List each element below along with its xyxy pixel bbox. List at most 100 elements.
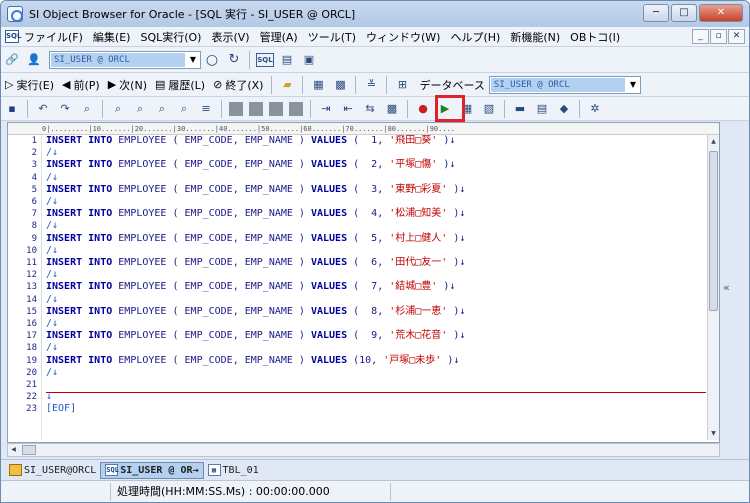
code-line: /↓	[46, 220, 58, 232]
scroll-left-icon[interactable]: ◀	[9, 445, 18, 454]
undo-icon[interactable]: ↶	[34, 100, 52, 118]
menu-window[interactable]: ウィンドウ(W)	[361, 29, 445, 45]
error-icon[interactable]: ●	[414, 100, 432, 118]
save-icon[interactable]: ▪	[3, 100, 21, 118]
mdi-close-button[interactable]: ✕	[728, 29, 745, 44]
sql-exec-icon[interactable]: ▩	[331, 76, 349, 94]
document-icon[interactable]: ▤	[278, 51, 296, 69]
chevron-down-icon[interactable]: ▼	[626, 80, 640, 89]
code-token: INSERT	[46, 330, 83, 341]
title-bar[interactable]: SI Object Browser for Oracle - [SQL 実行 -…	[1, 1, 749, 27]
horizontal-scrollbar[interactable]: ◀	[7, 443, 720, 457]
menu-file[interactable]: ファイル(F)	[19, 29, 88, 45]
scroll-up-icon[interactable]: ▲	[709, 137, 718, 146]
replace-icon[interactable]: ⌕	[153, 100, 171, 118]
folder-icon[interactable]: ▰	[278, 76, 296, 94]
split-icon[interactable]: ≚	[362, 76, 380, 94]
tab-label: TBL_01	[222, 464, 259, 476]
minimize-button[interactable]: ─	[643, 4, 669, 22]
circle-icon[interactable]: ○	[203, 51, 221, 69]
history-button[interactable]: ▤ 履歴(L)	[151, 77, 209, 93]
code-token: )↓	[453, 330, 466, 341]
comment-icon[interactable]: ▬	[511, 100, 529, 118]
code-token: )↓	[453, 233, 466, 244]
line-number: 18	[26, 343, 37, 353]
vertical-scroll-thumb[interactable]	[709, 151, 718, 311]
menu-view[interactable]: 表示(V)	[206, 29, 254, 45]
menu-edit[interactable]: 編集(E)	[88, 29, 136, 45]
code-token: ( EMP_CODE, EMP_NAME )	[172, 233, 305, 244]
code-token: INSERT	[46, 257, 83, 268]
code-token: INSERT	[46, 184, 83, 195]
code-token: VALUES	[310, 257, 348, 268]
chevron-down-icon[interactable]: ▼	[186, 55, 200, 64]
user-icon[interactable]: 👤	[25, 51, 43, 69]
code-line: /↓	[46, 269, 58, 281]
vertical-scrollbar[interactable]: ▲ ▼	[707, 135, 719, 440]
redo-icon[interactable]: ↷	[56, 100, 74, 118]
code-line: INSERT INTO EMPLOYEE ( EMP_CODE, EMP_NAM…	[46, 159, 455, 171]
scroll-down-icon[interactable]: ▼	[709, 429, 718, 438]
maximize-button[interactable]: □	[671, 4, 697, 22]
collapse-panel-icon[interactable]: «	[723, 281, 730, 294]
connect-icon[interactable]: 🔗	[3, 51, 21, 69]
code-line: [EOF]	[46, 403, 76, 415]
toolbar-separator	[221, 99, 222, 118]
horizontal-scroll-thumb[interactable]	[22, 445, 36, 455]
window-icon[interactable]: ▣	[300, 51, 318, 69]
palette-icon[interactable]: ◆	[555, 100, 573, 118]
code-token: INSERT	[46, 159, 83, 170]
menu-tools[interactable]: ツール(T)	[303, 29, 361, 45]
prev-button[interactable]: ◀ 前(P)	[58, 77, 104, 93]
sql-icon[interactable]: SQL	[256, 52, 274, 67]
find-next-icon[interactable]: ⌕	[109, 100, 127, 118]
mdi-minimize-button[interactable]: _	[692, 29, 709, 44]
connection-toolbar: 🔗 👤 SI_USER @ ORCL ▼ ○ ↻ SQL ▤ ▣	[1, 47, 749, 73]
find-all-icon[interactable]: ⌕	[175, 100, 193, 118]
sql-editor[interactable]: 0|.........|10.......|20.......|30......…	[7, 122, 720, 443]
sql-menu-icon[interactable]: SQL	[5, 30, 21, 43]
indent-icon[interactable]: ⇥	[317, 100, 335, 118]
code-line: /↓	[46, 147, 58, 159]
database-select[interactable]: SI_USER @ ORCL ▼	[488, 75, 641, 94]
code-token: '村上□健人'	[389, 233, 448, 244]
list-icon[interactable]: ≡	[197, 100, 215, 118]
code-token: ( 8,	[353, 306, 384, 317]
run-button[interactable]: ▷ 実行(E)	[1, 77, 58, 93]
code-token: INTO	[88, 330, 113, 341]
code-token: /↓	[46, 294, 59, 305]
disabled-button-4	[289, 101, 303, 116]
code-token: EMPLOYEE	[118, 184, 167, 195]
table-icon[interactable]: ▤	[533, 100, 551, 118]
format-icon[interactable]: ⇆	[361, 100, 379, 118]
close-button[interactable]: ✕	[699, 4, 743, 22]
next-button[interactable]: ▶ 次(N)	[104, 77, 151, 93]
menu-ob-toko[interactable]: OBトコ(I)	[565, 29, 625, 45]
outdent-icon[interactable]: ⇤	[339, 100, 357, 118]
stop-button[interactable]: ⊘ 終了(X)	[209, 77, 267, 93]
code-area[interactable]: INSERT INTO EMPLOYEE ( EMP_CODE, EMP_NAM…	[46, 135, 706, 440]
menu-help[interactable]: ヘルプ(H)	[445, 29, 505, 45]
grid-icon[interactable]: ▦	[309, 76, 327, 94]
menu-new-features[interactable]: 新機能(N)	[505, 29, 565, 45]
settings-icon[interactable]: ✲	[586, 100, 604, 118]
document-tabs: SI_USER@ORCL SQL SI_USER @ OR→ ▦ TBL_01	[1, 459, 749, 480]
code-token: '飛田□葵'	[389, 135, 438, 146]
line-number: 21	[26, 380, 37, 390]
import-icon[interactable]: ▧	[480, 100, 498, 118]
tab-table[interactable]: ▦ TBL_01	[204, 462, 263, 479]
code-line: /↓	[46, 294, 58, 306]
find-prev-icon[interactable]: ⌕	[131, 100, 149, 118]
code-token: )↓	[443, 159, 456, 170]
find-icon[interactable]: ⌕	[78, 100, 96, 118]
tab-sql-run[interactable]: SQL SI_USER @ OR→	[100, 461, 204, 479]
connection-select[interactable]: SI_USER @ ORCL ▼	[49, 50, 201, 69]
refresh-icon[interactable]: ↻	[225, 51, 243, 69]
menu-manage[interactable]: 管理(A)	[255, 29, 303, 45]
code-line: INSERT INTO EMPLOYEE ( EMP_CODE, EMP_NAM…	[46, 257, 465, 269]
sql-format-icon[interactable]: ▩	[383, 100, 401, 118]
mdi-restore-button[interactable]: ▫	[710, 29, 727, 44]
menu-sql-run[interactable]: SQL実行(O)	[135, 29, 206, 45]
tab-connection[interactable]: SI_USER@ORCL	[5, 462, 100, 479]
prev-label: 前(P)	[73, 78, 100, 92]
